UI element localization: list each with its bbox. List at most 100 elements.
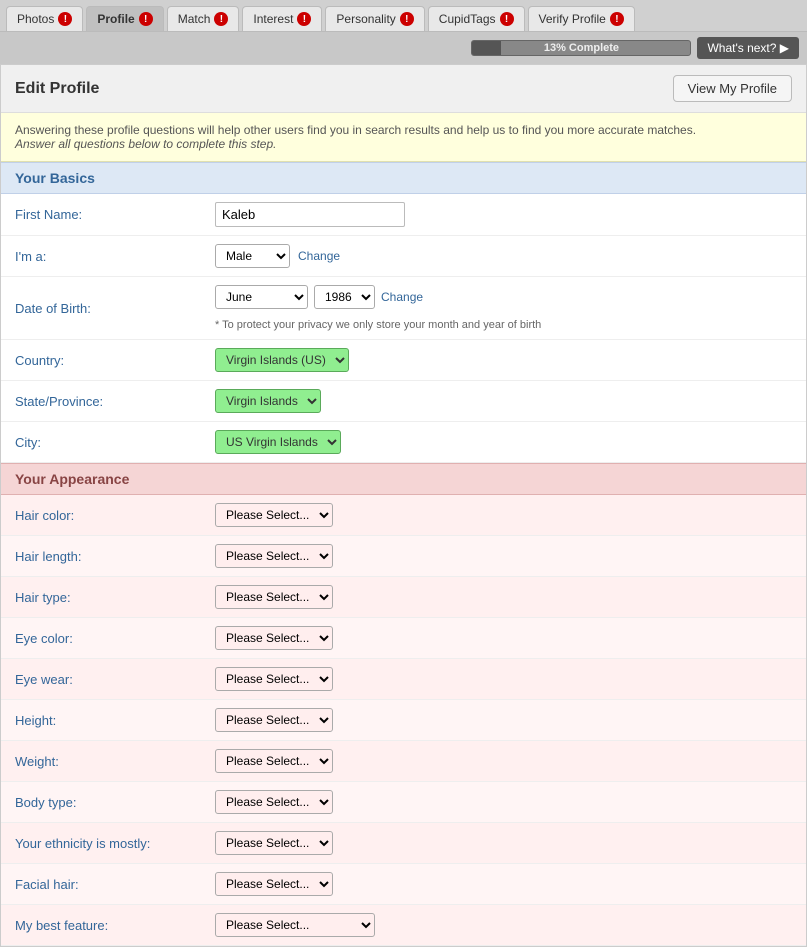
- facial-hair-control: Please Select...: [215, 872, 792, 896]
- edit-profile-title: Edit Profile: [15, 80, 99, 98]
- state-row: State/Province: Virgin Islands: [1, 381, 806, 422]
- best-feature-select[interactable]: Please Select...: [215, 913, 375, 937]
- hair-length-row: Hair length: Please Select...: [1, 536, 806, 577]
- main-content: Edit Profile View My Profile Answering t…: [0, 64, 807, 947]
- weight-select[interactable]: Please Select...: [215, 749, 333, 773]
- first-name-input[interactable]: [215, 202, 405, 227]
- hair-length-control: Please Select...: [215, 544, 792, 568]
- match-badge: !: [214, 12, 228, 26]
- dob-year-select[interactable]: 19841985198619871988: [314, 285, 375, 309]
- verifyprofile-badge: !: [610, 12, 624, 26]
- tab-cupidtags[interactable]: CupidTags !: [428, 6, 525, 31]
- dob-month-select[interactable]: JanuaryFebruaryMarchAprilMay JuneJulyAug…: [215, 285, 308, 309]
- im-a-row: I'm a: Male Female Change: [1, 236, 806, 277]
- ethnicity-control: Please Select...: [215, 831, 792, 855]
- im-a-change[interactable]: Change: [298, 249, 340, 263]
- dob-row: Date of Birth: JanuaryFebruaryMarchApril…: [1, 277, 806, 340]
- tab-match[interactable]: Match !: [167, 6, 240, 31]
- weight-row: Weight: Please Select...: [1, 741, 806, 782]
- country-select[interactable]: Virgin Islands (US) United States Canada: [215, 348, 349, 372]
- dob-privacy-note: * To protect your privacy we only store …: [215, 319, 541, 331]
- tab-photos[interactable]: Photos !: [6, 6, 83, 31]
- first-name-label: First Name:: [15, 207, 215, 222]
- ethnicity-row: Your ethnicity is mostly: Please Select.…: [1, 823, 806, 864]
- eye-color-select[interactable]: Please Select...: [215, 626, 333, 650]
- info-banner: Answering these profile questions will h…: [1, 113, 806, 162]
- appearance-section-header: Your Appearance: [1, 463, 806, 495]
- dob-control: JanuaryFebruaryMarchAprilMay JuneJulyAug…: [215, 285, 792, 331]
- eye-wear-label: Eye wear:: [15, 672, 215, 687]
- city-row: City: US Virgin Islands: [1, 422, 806, 463]
- eye-color-row: Eye color: Please Select...: [1, 618, 806, 659]
- progress-bar-wrapper: 13% Complete: [471, 40, 691, 56]
- weight-label: Weight:: [15, 754, 215, 769]
- city-select[interactable]: US Virgin Islands: [215, 430, 341, 454]
- eye-wear-control: Please Select...: [215, 667, 792, 691]
- first-name-control: [215, 202, 792, 227]
- hair-color-control: Please Select...: [215, 503, 792, 527]
- tab-personality[interactable]: Personality !: [325, 6, 424, 31]
- height-control: Please Select...: [215, 708, 792, 732]
- progress-bar-fill: [472, 41, 500, 55]
- hair-length-label: Hair length:: [15, 549, 215, 564]
- edit-profile-header: Edit Profile View My Profile: [1, 65, 806, 113]
- im-a-label: I'm a:: [15, 249, 215, 264]
- appearance-section: Hair color: Please Select... Hair length…: [1, 495, 806, 946]
- im-a-control: Male Female Change: [215, 244, 792, 268]
- hair-color-label: Hair color:: [15, 508, 215, 523]
- facial-hair-row: Facial hair: Please Select...: [1, 864, 806, 905]
- hair-color-select[interactable]: Please Select...: [215, 503, 333, 527]
- height-row: Height: Please Select...: [1, 700, 806, 741]
- body-type-row: Body type: Please Select...: [1, 782, 806, 823]
- weight-control: Please Select...: [215, 749, 792, 773]
- progress-row: 13% Complete What's next? ▶: [0, 32, 807, 64]
- top-nav: Photos ! Profile ! Match ! Interest ! Pe…: [0, 0, 807, 32]
- cupidtags-badge: !: [500, 12, 514, 26]
- state-label: State/Province:: [15, 394, 215, 409]
- facial-hair-label: Facial hair:: [15, 877, 215, 892]
- best-feature-control: Please Select...: [215, 913, 792, 937]
- profile-badge: !: [139, 12, 153, 26]
- city-control: US Virgin Islands: [215, 430, 792, 454]
- dob-label: Date of Birth:: [15, 301, 215, 316]
- basics-section-header: Your Basics: [1, 162, 806, 194]
- eye-wear-select[interactable]: Please Select...: [215, 667, 333, 691]
- dob-change[interactable]: Change: [381, 290, 423, 304]
- tab-verifyprofile[interactable]: Verify Profile !: [528, 6, 635, 31]
- photos-badge: !: [58, 12, 72, 26]
- tab-profile[interactable]: Profile !: [86, 6, 163, 31]
- hair-type-row: Hair type: Please Select...: [1, 577, 806, 618]
- view-profile-button[interactable]: View My Profile: [673, 75, 792, 102]
- hair-color-row: Hair color: Please Select...: [1, 495, 806, 536]
- eye-color-control: Please Select...: [215, 626, 792, 650]
- tab-interest[interactable]: Interest !: [242, 6, 322, 31]
- body-type-select[interactable]: Please Select...: [215, 790, 333, 814]
- progress-label: 13% Complete: [544, 42, 619, 54]
- ethnicity-label: Your ethnicity is mostly:: [15, 836, 215, 851]
- best-feature-label: My best feature:: [15, 918, 215, 933]
- best-feature-row: My best feature: Please Select...: [1, 905, 806, 946]
- eye-color-label: Eye color:: [15, 631, 215, 646]
- state-control: Virgin Islands: [215, 389, 792, 413]
- body-type-label: Body type:: [15, 795, 215, 810]
- personality-badge: !: [400, 12, 414, 26]
- body-type-control: Please Select...: [215, 790, 792, 814]
- info-line1: Answering these profile questions will h…: [15, 123, 696, 137]
- facial-hair-select[interactable]: Please Select...: [215, 872, 333, 896]
- interest-badge: !: [297, 12, 311, 26]
- info-line2: Answer all questions below to complete t…: [15, 137, 276, 151]
- state-select[interactable]: Virgin Islands: [215, 389, 321, 413]
- hair-length-select[interactable]: Please Select...: [215, 544, 333, 568]
- whats-next-button[interactable]: What's next? ▶: [697, 37, 799, 59]
- ethnicity-select[interactable]: Please Select...: [215, 831, 333, 855]
- im-a-select[interactable]: Male Female: [215, 244, 290, 268]
- height-label: Height:: [15, 713, 215, 728]
- eye-wear-row: Eye wear: Please Select...: [1, 659, 806, 700]
- height-select[interactable]: Please Select...: [215, 708, 333, 732]
- hair-type-select[interactable]: Please Select...: [215, 585, 333, 609]
- country-label: Country:: [15, 353, 215, 368]
- hair-type-label: Hair type:: [15, 590, 215, 605]
- city-label: City:: [15, 435, 215, 450]
- hair-type-control: Please Select...: [215, 585, 792, 609]
- first-name-row: First Name:: [1, 194, 806, 236]
